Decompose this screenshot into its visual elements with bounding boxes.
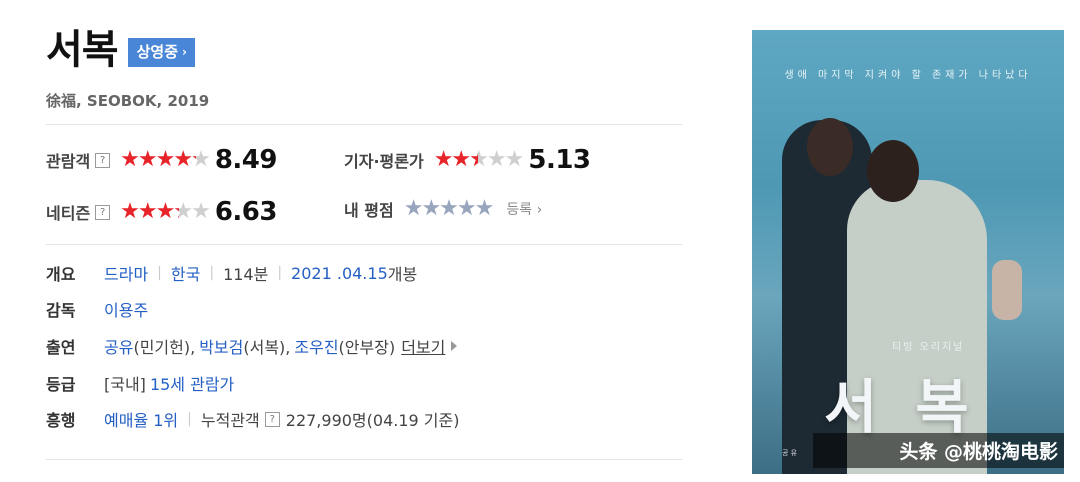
poster-figure <box>992 260 1022 320</box>
star-icon: ★ <box>504 147 525 172</box>
star-icon: ★ <box>120 199 140 224</box>
divider <box>46 124 682 125</box>
poster-small-text: 티빙 오리지널 <box>892 342 965 353</box>
star-rating: ★★★★★★ <box>120 147 211 172</box>
now-showing-badge[interactable]: 상영중 › <box>127 37 195 67</box>
star-icon: ★★ <box>173 199 193 224</box>
star-icon: ★ <box>120 147 140 172</box>
director-link[interactable]: 이용주 <box>104 297 148 321</box>
info-key: 출연 <box>46 338 76 357</box>
star-icon: ★ <box>173 147 193 172</box>
register-label: 등록 <box>506 202 533 218</box>
separator: | <box>277 265 283 281</box>
caret-right-icon <box>451 341 458 351</box>
separator: | <box>187 411 192 427</box>
star-rating: ★★★★★★ <box>120 199 211 224</box>
country-link[interactable]: 한국 <box>171 261 200 285</box>
help-icon[interactable]: ? <box>95 204 111 220</box>
info-key: 등급 <box>46 375 76 394</box>
actor-role: (안부장) <box>338 338 396 357</box>
poster-figure <box>867 140 919 202</box>
help-icon[interactable]: ? <box>95 152 111 168</box>
star-icon: ★★ <box>191 147 211 172</box>
poster-credit: 공 유 <box>782 449 798 457</box>
divider <box>46 244 682 245</box>
info-overview: 개요 드라마 | 한국 | 114분 | 2021 .04.15 개봉 <box>46 261 417 285</box>
movie-subtitle: 徐福, SEOBOK, 2019 <box>46 92 210 110</box>
movie-poster[interactable]: 생애 마지막 지켜야 할 존재가 나타났다 티빙 오리지널 서복 공 유 头条 … <box>752 30 1064 474</box>
genre-link[interactable]: 드라마 <box>104 261 148 285</box>
chevron-right-icon: › <box>182 44 187 59</box>
star-icon: ★ <box>433 147 454 172</box>
star-icon: ★ <box>155 147 176 172</box>
star-icon: ★ <box>155 199 176 224</box>
star-icon: ★ <box>137 147 158 172</box>
poster-title: 서복 <box>824 373 1007 441</box>
help-icon[interactable]: ? <box>264 411 280 427</box>
rating-score: 6.63 <box>214 197 278 227</box>
grade-region: [국내] <box>104 375 146 394</box>
rating-critic: 기자·평론가 ★★★★★★ 5.13 <box>344 145 591 175</box>
reservation-rank-link[interactable]: 예매율 1위 <box>104 407 178 431</box>
runtime: 114분 <box>223 265 269 284</box>
info-key: 흥행 <box>46 411 76 430</box>
poster-figure <box>807 118 853 176</box>
cumulative-basis: (04.19 기준) <box>366 411 460 430</box>
rating-netizen: 네티즌 ? ★★★★★★ 6.63 <box>46 197 278 227</box>
chevron-right-icon: › <box>536 202 543 218</box>
cumulative-label: 누적관객 <box>200 411 260 430</box>
more-cast-link[interactable]: 더보기 <box>401 334 445 358</box>
star-icon: ★★ <box>469 147 489 172</box>
info-director: 감독 이용주 <box>46 297 148 321</box>
grade-link[interactable]: 15세 관람가 <box>150 371 234 395</box>
star-rating: ★★★★★★ <box>433 147 525 172</box>
cumulative-value: 227,990명 <box>285 411 367 430</box>
register-rating-link[interactable]: 등록 › <box>506 199 542 219</box>
info-box-office: 흥행 예매율 1위 | 누적관객 ? 227,990명 (04.19 기준) <box>46 407 459 431</box>
divider <box>46 459 682 460</box>
actor-role: (서복), <box>243 338 291 357</box>
rating-score: 8.49 <box>214 145 278 175</box>
watermark: 头条 @桃桃淘电影 <box>813 433 1064 468</box>
rating-label: 기자·평론가 <box>344 152 424 171</box>
star-icon: ★ <box>191 199 211 224</box>
rating-audience: 관람객 ? ★★★★★★ 8.49 <box>46 145 278 175</box>
actor-link[interactable]: 공유 <box>104 334 133 358</box>
actor-link[interactable]: 박보검 <box>199 334 243 358</box>
star-icon: ★ <box>486 147 507 172</box>
separator: | <box>157 265 162 281</box>
separator: | <box>209 265 215 281</box>
now-showing-label: 상영중 <box>136 42 179 61</box>
rating-label: 관람객 <box>46 152 91 171</box>
star-icon: ★ <box>451 147 471 172</box>
movie-title: 서복 <box>46 27 119 73</box>
actor-link[interactable]: 조우진 <box>294 334 338 358</box>
rating-label: 네티즌 <box>46 204 91 223</box>
rating-score: 5.13 <box>528 145 591 175</box>
info-cast: 출연 공유 (민기헌), 박보검 (서복), 조우진 (안부장) 더보기 <box>46 334 458 358</box>
info-grade: 등급 [국내] 15세 관람가 <box>46 371 234 395</box>
my-star-rating[interactable]: ★★★★★ <box>404 198 495 220</box>
actor-role: (민기헌), <box>133 338 196 357</box>
poster-tagline: 생애 마지막 지켜야 할 존재가 나타났다 <box>784 70 1032 81</box>
rating-label: 내 평점 <box>344 201 394 220</box>
rating-mine: 내 평점 ★★★★★ 등록 › <box>344 197 542 221</box>
info-key: 감독 <box>46 301 76 320</box>
star-icon: ★ <box>137 199 158 224</box>
title-row: 서복 상영중 › <box>46 28 195 72</box>
release-date-link[interactable]: 2021 .04.15 <box>291 264 388 283</box>
info-key: 개요 <box>46 265 76 284</box>
release-suffix: 개봉 <box>387 265 418 284</box>
